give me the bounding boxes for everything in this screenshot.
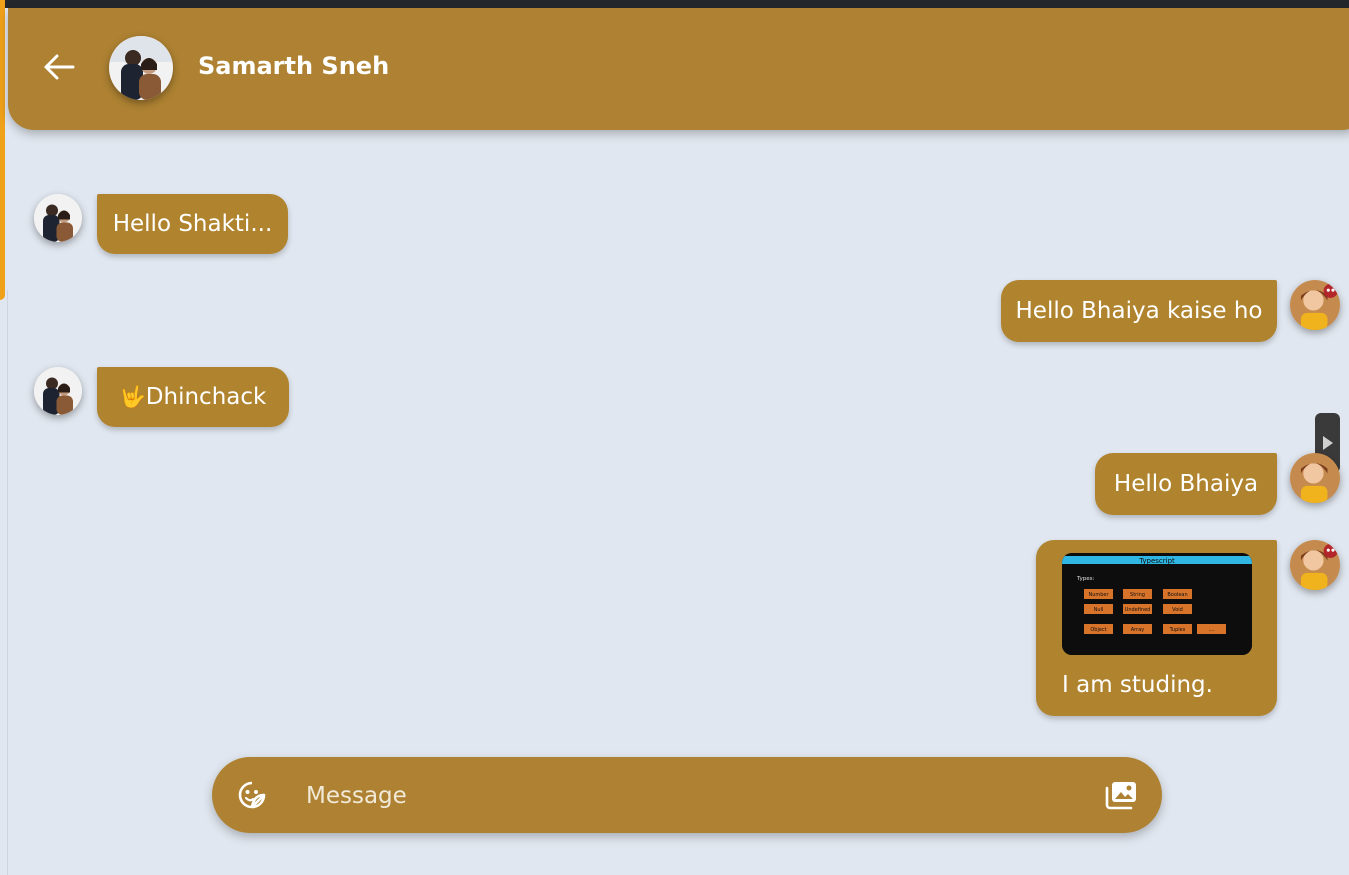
- image-chip: Void: [1172, 607, 1183, 613]
- message-text: Hello Bhaiya: [1113, 471, 1259, 497]
- arrow-left-icon: [44, 54, 75, 80]
- shared-image[interactable]: Typescript Types: Number String Boolean …: [1062, 553, 1252, 655]
- message-bubble-received[interactable]: 🤟 Dhinchack: [97, 367, 289, 427]
- message-bubble-sent[interactable]: Hello Bhaiya: [1095, 453, 1277, 515]
- contact-name: Samarth Sneh: [198, 52, 390, 80]
- my-avatar: [1290, 453, 1340, 503]
- message-bubble-received[interactable]: Hello Shakti...: [97, 194, 288, 254]
- image-chip: String: [1130, 592, 1145, 598]
- image-caption: I am studing.: [1062, 672, 1213, 698]
- sticker-emoji-icon: [238, 781, 266, 809]
- sidebar-edge: [0, 0, 5, 300]
- emoji-button[interactable]: [236, 779, 268, 811]
- window-top-bar: [0, 0, 1349, 8]
- message-text: Dhinchack: [145, 384, 267, 410]
- message-bubble-sent[interactable]: Hello Bhaiya kaise ho: [1001, 280, 1277, 342]
- image-chip: Number: [1088, 592, 1109, 598]
- attach-image-button[interactable]: [1104, 779, 1138, 811]
- image-chip: Tuples: [1169, 627, 1186, 633]
- message-text: Hello Bhaiya kaise ho: [1015, 298, 1263, 324]
- image-title: Typescript: [1138, 557, 1175, 565]
- image-chip: Null: [1094, 607, 1104, 613]
- message-composer: [212, 757, 1162, 833]
- image-message-bubble[interactable]: Typescript Types: Number String Boolean …: [1036, 540, 1277, 716]
- image-chip: Object: [1090, 627, 1106, 633]
- message-emoji: 🤟: [119, 384, 146, 409]
- sender-avatar: [34, 367, 82, 415]
- image-label: Types:: [1076, 576, 1094, 582]
- my-avatar: [1290, 540, 1340, 590]
- image-chip: Boolean: [1167, 592, 1187, 598]
- image-chip: ....: [1208, 627, 1215, 633]
- left-divider: [7, 290, 8, 875]
- message-input[interactable]: [304, 775, 1088, 817]
- image-chip: Undefined: [1125, 607, 1151, 613]
- my-avatar: [1290, 280, 1340, 330]
- chat-header: Samarth Sneh: [8, 8, 1349, 130]
- back-button[interactable]: [42, 52, 76, 82]
- message-text: Hello Shakti...: [112, 211, 273, 237]
- contact-avatar[interactable]: [109, 36, 173, 100]
- sender-avatar: [34, 194, 82, 242]
- image-chip: Array: [1131, 627, 1145, 633]
- image-gallery-icon: [1105, 782, 1136, 810]
